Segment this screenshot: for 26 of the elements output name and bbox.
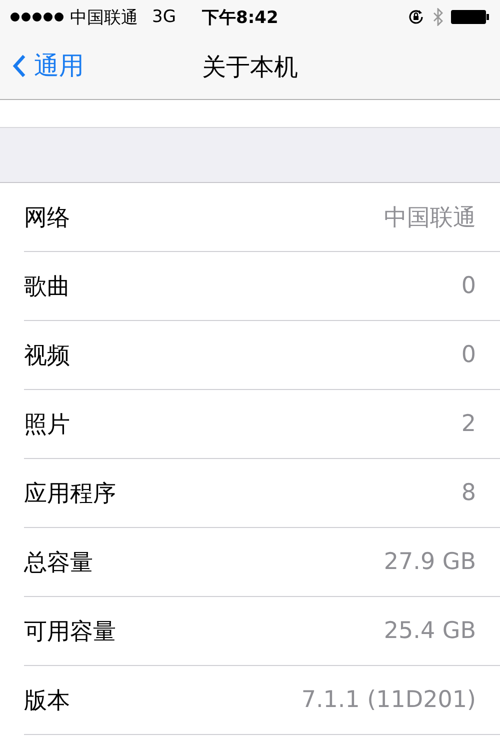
nav-title: 关于本机 bbox=[202, 52, 298, 82]
carrier-name: 中国联通 bbox=[70, 6, 138, 28]
bluetooth-icon bbox=[432, 8, 444, 26]
row-value: 2 bbox=[461, 411, 476, 437]
row-value: 27.9 GB bbox=[384, 549, 476, 575]
signal-icon bbox=[10, 12, 64, 22]
row-value: 7.1.1 (11D201) bbox=[301, 687, 476, 713]
row-label: 照片 bbox=[24, 410, 70, 440]
row-label: 歌曲 bbox=[24, 272, 70, 302]
row-label: 可用容量 bbox=[24, 618, 116, 646]
battery-icon bbox=[450, 9, 490, 25]
row-label: 应用程序 bbox=[24, 480, 116, 508]
row-value: 8 bbox=[461, 480, 476, 506]
rotation-lock-icon bbox=[408, 9, 426, 25]
back-button[interactable]: 通用 bbox=[12, 49, 84, 82]
row-value: 中国联通 bbox=[384, 204, 476, 232]
row-label: 总容量 bbox=[24, 548, 93, 578]
row-value: 0 bbox=[461, 342, 476, 368]
row-label: 网络 bbox=[24, 204, 70, 232]
status-time: 下午8:42 bbox=[202, 6, 278, 28]
row-value: 0 bbox=[461, 273, 476, 299]
network-type: 3G bbox=[152, 7, 176, 27]
row-value: 25.4 GB bbox=[384, 618, 476, 644]
row-label: 视频 bbox=[24, 342, 70, 370]
row-label: 版本 bbox=[24, 686, 70, 716]
chevron-left-icon bbox=[12, 54, 26, 78]
